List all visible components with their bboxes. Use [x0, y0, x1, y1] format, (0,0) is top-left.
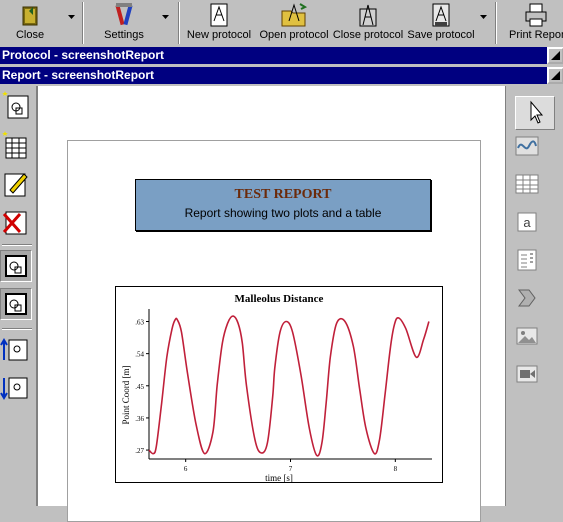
pointer-tool-button[interactable]: [515, 96, 555, 130]
printer-icon: [525, 3, 547, 27]
palette-separator: [2, 244, 32, 246]
pointer-arrow-icon: [530, 100, 544, 124]
report-window-titlebar[interactable]: Report - screenshotReport: [0, 67, 563, 84]
list-tool-button[interactable]: [515, 248, 539, 272]
plot-icon: [5, 293, 27, 315]
open-protocol-label: Open protocol: [259, 29, 329, 41]
toolbar-separator: [495, 2, 497, 44]
curve-tool-button[interactable]: [515, 134, 539, 158]
close-protocol-button[interactable]: Close protocol: [332, 0, 404, 46]
report-subtitle: Report showing two plots and a table: [184, 206, 382, 220]
image-icon: [516, 327, 538, 345]
save-protocol-icon: [432, 3, 450, 27]
pencil-edit-icon: [4, 173, 28, 197]
new-protocol-label: New protocol: [186, 29, 252, 41]
arrow-tool-button[interactable]: [515, 286, 539, 310]
toolbar-separator: [82, 2, 84, 44]
open-protocol-button[interactable]: Open protocol: [258, 0, 330, 46]
left-tool-palette: [0, 86, 36, 506]
protocol-window-titlebar[interactable]: Protocol - screenshotReport: [0, 47, 563, 64]
settings-dropdown-caret-icon[interactable]: [162, 15, 169, 20]
print-report-button[interactable]: Print Report: [505, 0, 563, 46]
close-protocol-label: Close protocol: [332, 29, 404, 41]
right-tool-palette: a: [505, 86, 563, 506]
add-table-icon: [2, 131, 27, 159]
move-up-icon: [0, 338, 28, 361]
report-title: TEST REPORT: [234, 187, 332, 202]
protocol-window-title: Protocol - screenshotReport: [2, 48, 165, 62]
close-button[interactable]: Close: [0, 0, 60, 46]
add-plot-button[interactable]: [0, 90, 32, 122]
x-axis-label: time [s]: [265, 473, 293, 482]
y-ticks: .27 .36 .45 .54 .63: [135, 319, 149, 455]
close-dropdown-caret-icon[interactable]: [68, 15, 75, 20]
tools-icon: [115, 3, 133, 26]
new-protocol-button[interactable]: New protocol: [184, 0, 254, 46]
save-dropdown-caret-icon[interactable]: [480, 15, 487, 20]
door-exit-icon: [22, 6, 38, 26]
series-line: [148, 315, 430, 457]
plot-container[interactable]: Malleolus Distance Point Coord [m] time …: [115, 286, 443, 483]
list-icon: [517, 249, 537, 271]
plot-view-button[interactable]: [0, 250, 32, 282]
move-down-icon: [0, 377, 28, 400]
video-camera-icon: [516, 365, 538, 383]
y-axis-label: Point Coord [m]: [121, 365, 131, 424]
maximize-icon: [551, 71, 560, 80]
settings-button[interactable]: Settings: [88, 0, 160, 46]
image-tool-button[interactable]: [515, 324, 539, 348]
text-tool-button[interactable]: a: [515, 210, 539, 234]
x-tick-label: 6: [184, 465, 188, 473]
report-document-area[interactable]: TEST REPORT Report showing two plots and…: [36, 86, 505, 522]
plot-view-2-button[interactable]: [0, 288, 32, 320]
save-protocol-button[interactable]: Save protocol: [406, 0, 476, 46]
report-page[interactable]: TEST REPORT Report showing two plots and…: [67, 140, 481, 522]
x-tick-label: 7: [289, 465, 293, 473]
x-tick-label: 8: [394, 465, 398, 473]
x-ticks: 6 7 8: [184, 459, 398, 473]
report-header-box[interactable]: TEST REPORT Report showing two plots and…: [135, 179, 431, 231]
arrow-shape-icon: [518, 289, 536, 307]
delete-icon: [2, 211, 27, 235]
y-tick-label: .27: [135, 447, 144, 455]
curve-icon: [515, 136, 539, 156]
close-label: Close: [15, 29, 45, 41]
plot-icon: [5, 255, 27, 277]
save-protocol-label: Save protocol: [407, 29, 475, 41]
maximize-icon: [551, 51, 560, 60]
delete-button[interactable]: [0, 206, 32, 238]
y-tick-label: .63: [135, 319, 144, 327]
main-toolbar: Close Settings New protocol Open protoco…: [0, 0, 563, 48]
edit-button[interactable]: [0, 168, 32, 200]
protocol-maximize-button[interactable]: [547, 47, 563, 64]
move-down-button[interactable]: [0, 372, 32, 404]
new-protocol-icon: [210, 3, 228, 27]
video-tool-button[interactable]: [515, 362, 539, 386]
report-maximize-button[interactable]: [547, 67, 563, 84]
y-tick-label: .36: [135, 415, 144, 423]
palette-separator: [2, 328, 32, 330]
toolbar-separator: [178, 2, 180, 44]
y-tick-label: .45: [135, 383, 144, 391]
y-tick-label: .54: [135, 351, 144, 359]
table-icon: [515, 174, 539, 194]
text-icon: a: [517, 212, 537, 232]
settings-label: Settings: [104, 29, 144, 41]
series-group: [148, 315, 430, 457]
report-window-title: Report - screenshotReport: [2, 68, 155, 82]
chart-title: Malleolus Distance: [235, 293, 324, 305]
add-plot-icon: [2, 91, 29, 119]
svg-text:a: a: [523, 215, 531, 230]
print-report-label: Print Report: [509, 29, 563, 41]
table-tool-button[interactable]: [515, 172, 539, 196]
move-up-button[interactable]: [0, 334, 32, 366]
close-protocol-icon: [359, 4, 377, 27]
malleolus-distance-chart: Malleolus Distance Point Coord [m] time …: [121, 293, 432, 483]
add-table-button[interactable]: [0, 130, 32, 162]
open-folder-icon: [281, 3, 308, 27]
